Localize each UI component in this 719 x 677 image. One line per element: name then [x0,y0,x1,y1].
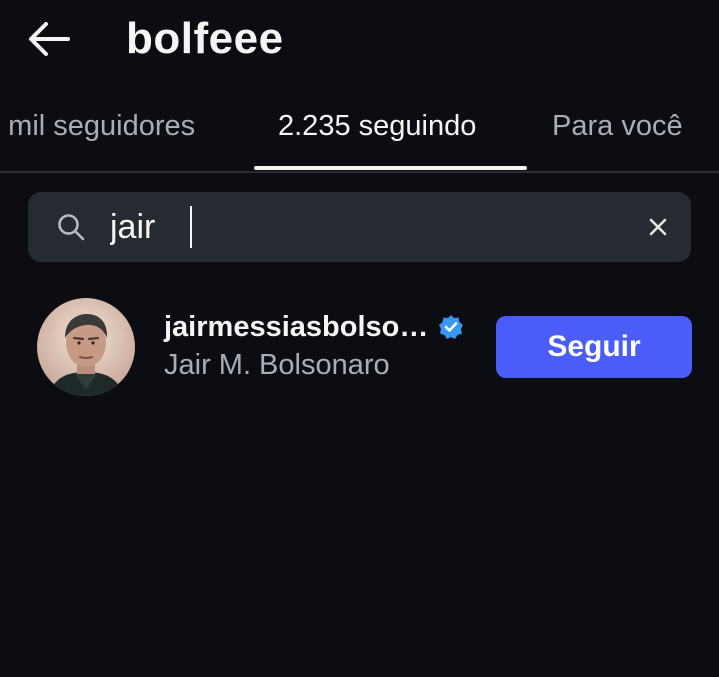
tab-followers[interactable]: 2 mil seguidores [0,106,195,146]
header: bolfeee [0,0,719,80]
search-bar [28,192,691,262]
username[interactable]: jairmessiasbolso… [164,308,428,346]
follow-button[interactable]: Seguir [496,316,692,378]
full-name: Jair M. Bolsonaro [164,349,390,381]
tab-following[interactable]: 2.235 seguindo [278,106,476,146]
text-cursor [190,206,192,248]
arrow-left-icon [29,22,70,56]
profile-title: bolfeee [126,14,284,63]
username-row: jairmessiasbolso… [164,308,464,346]
search-input[interactable] [110,204,610,250]
following-list-screen: bolfeee 2 mil seguidores 2.235 seguindo … [0,0,719,677]
back-button[interactable] [26,18,72,60]
active-tab-indicator [254,166,527,170]
profile-photo [37,298,135,396]
tab-for-you[interactable]: Para você [552,106,683,146]
verified-badge-icon [439,315,464,339]
avatar[interactable] [37,298,135,396]
tab-bar: 2 mil seguidores 2.235 seguindo Para voc… [0,100,719,172]
search-icon [58,214,85,241]
tab-divider [0,171,719,173]
close-icon[interactable] [640,209,676,245]
list-item[interactable]: jairmessiasbolso… Jair M. Bolsonaro Segu… [0,290,719,402]
